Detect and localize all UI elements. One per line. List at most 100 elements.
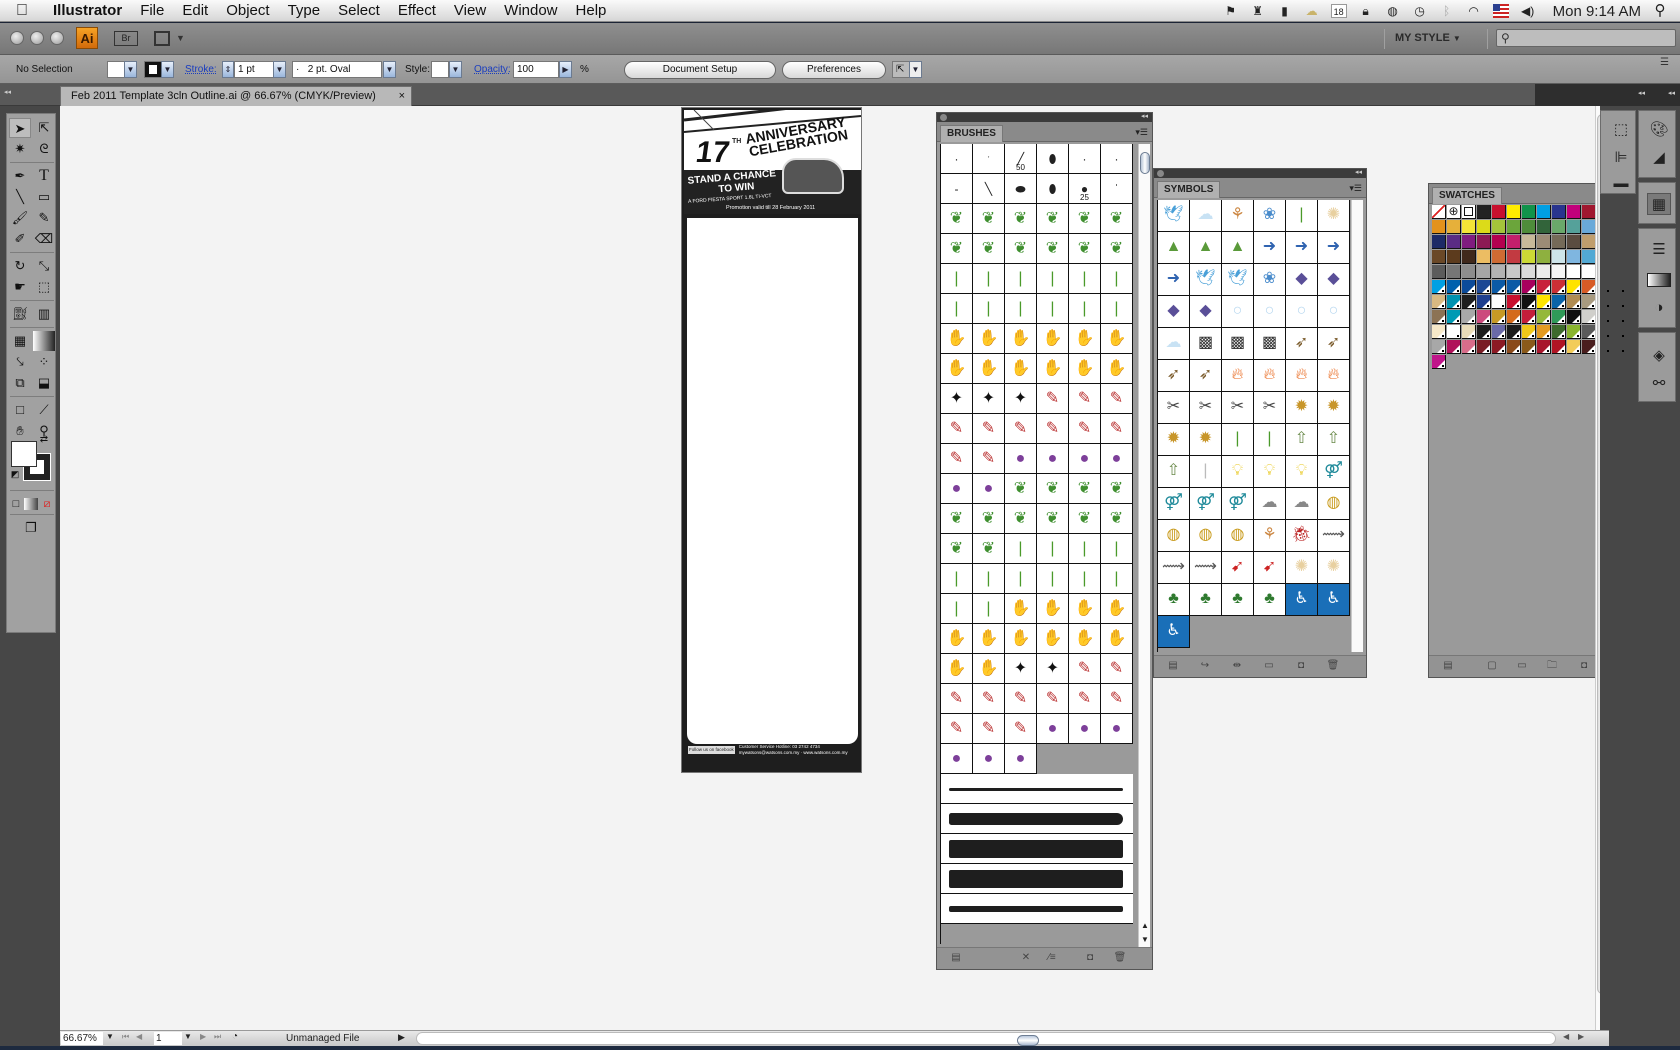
color-swatch[interactable] bbox=[1522, 250, 1536, 264]
menu-type[interactable]: Type bbox=[279, 2, 330, 19]
transform-icon[interactable]: ⬚ bbox=[1609, 119, 1633, 141]
symbol-sprayer-tool-icon[interactable]: ⛽︎ bbox=[9, 304, 31, 324]
arrow-icon[interactable]: ➜ bbox=[1286, 232, 1318, 264]
color-swatch[interactable] bbox=[1567, 280, 1581, 294]
none-mode-icon[interactable]: ⧄ bbox=[40, 494, 54, 514]
hand-icon[interactable]: ✋ bbox=[1069, 624, 1101, 654]
line-tool-icon[interactable]: ╲ bbox=[9, 187, 31, 207]
feather-icon[interactable]: ➶ bbox=[1158, 360, 1190, 392]
leaf-icon[interactable]: ❦ bbox=[1037, 234, 1069, 264]
bird-icon[interactable]: 🕊︎ bbox=[1190, 264, 1222, 296]
new-swatch-icon[interactable]: ◘ bbox=[1577, 660, 1591, 672]
leaf-icon[interactable]: ❦ bbox=[1101, 504, 1133, 534]
pin-icon[interactable]: ✎ bbox=[941, 684, 973, 714]
scroll-down-icon[interactable]: ▼ bbox=[1141, 935, 1149, 944]
art-brush-dry-ink-taper[interactable] bbox=[941, 804, 1133, 834]
color-swatch[interactable] bbox=[1432, 340, 1446, 354]
select-similar-icon[interactable]: ⇱ bbox=[892, 61, 910, 78]
color-swatch[interactable] bbox=[1552, 295, 1566, 309]
us-flag-icon[interactable] bbox=[1492, 4, 1509, 18]
color-swatch[interactable] bbox=[1492, 280, 1506, 294]
color-swatch[interactable] bbox=[1432, 265, 1446, 279]
zoom-dropdown-icon[interactable]: ▼ bbox=[106, 1032, 114, 1041]
hand-icon[interactable]: ✋ bbox=[1005, 324, 1037, 354]
collapse-dock-icon[interactable]: ◂◂ bbox=[1668, 89, 1675, 97]
calligraphic-brush[interactable]: ╲ bbox=[973, 174, 1005, 204]
line-icon[interactable]: | bbox=[1190, 456, 1222, 488]
color-swatch[interactable] bbox=[1432, 295, 1446, 309]
menu-object[interactable]: Object bbox=[217, 2, 278, 19]
grass-icon[interactable]: | bbox=[1037, 534, 1069, 564]
color-swatch[interactable] bbox=[1477, 340, 1491, 354]
hand-icon[interactable]: ✋ bbox=[1101, 624, 1133, 654]
hand-icon[interactable]: ✋ bbox=[1037, 594, 1069, 624]
art-brush-dry-ink-thick[interactable] bbox=[941, 834, 1133, 864]
leaf-icon[interactable]: ❦ bbox=[1069, 474, 1101, 504]
gradient-mode-icon[interactable] bbox=[24, 498, 38, 510]
pin-icon[interactable]: ✎ bbox=[1069, 654, 1101, 684]
grass-icon[interactable]: | bbox=[973, 294, 1005, 324]
grass-icon[interactable]: | bbox=[973, 264, 1005, 294]
pin-icon[interactable]: ✎ bbox=[941, 414, 973, 444]
grass-icon[interactable]: | bbox=[1254, 424, 1286, 456]
hand-icon[interactable]: ✋ bbox=[941, 624, 973, 654]
art-brush-dry-ink-partial[interactable] bbox=[941, 894, 1133, 924]
banner-icon[interactable]: ⟿ bbox=[1158, 552, 1190, 584]
color-swatch[interactable] bbox=[1537, 295, 1551, 309]
default-fill-stroke-icon[interactable]: ◩ bbox=[9, 468, 21, 480]
hand-icon[interactable]: ✋ bbox=[1037, 624, 1069, 654]
selection-tool-icon[interactable]: ➤ bbox=[9, 118, 31, 138]
color-swatch[interactable] bbox=[1462, 340, 1476, 354]
color-swatch[interactable] bbox=[1477, 250, 1491, 264]
tophat-icon[interactable]: ♜ bbox=[1250, 4, 1266, 18]
first-artboard-icon[interactable]: ⏮ bbox=[122, 1032, 129, 1042]
leaf-icon[interactable]: ❦ bbox=[973, 534, 1005, 564]
color-swatch[interactable] bbox=[1462, 250, 1476, 264]
blob-brush-tool-icon[interactable]: ✐ bbox=[9, 229, 31, 249]
fire-icon[interactable]: 🔥︎ bbox=[1286, 360, 1318, 392]
panel-menu-icon[interactable]: ▾☰ bbox=[1349, 183, 1362, 194]
window-minimize-button[interactable] bbox=[30, 31, 44, 45]
flower-stem-icon[interactable]: ⚘ bbox=[1222, 200, 1254, 232]
color-swatch[interactable] bbox=[1582, 280, 1596, 294]
pen-tool-icon[interactable]: ✒ bbox=[9, 166, 31, 186]
calligraphic-brush[interactable]: - bbox=[941, 174, 973, 204]
swatch-libraries-icon[interactable]: ▤ bbox=[1441, 660, 1455, 672]
flower-stem-icon[interactable]: ⚘ bbox=[1254, 520, 1286, 552]
color-swatch[interactable] bbox=[1567, 310, 1581, 324]
color-swatch[interactable] bbox=[1582, 340, 1596, 354]
place-instance-icon[interactable]: ↪ bbox=[1198, 660, 1212, 672]
bluetooth-icon[interactable]: ᛒ bbox=[1439, 4, 1455, 18]
hand-icon[interactable]: ✋ bbox=[1069, 594, 1101, 624]
star-icon[interactable]: ✦ bbox=[973, 384, 1005, 414]
swatch-none[interactable] bbox=[1432, 205, 1446, 219]
tree-icon[interactable]: ♣ bbox=[1222, 584, 1254, 616]
timemachine-icon[interactable]: ◷ bbox=[1412, 4, 1428, 18]
scroll-right-icon[interactable]: ▶ bbox=[1578, 1032, 1584, 1041]
leaf-icon[interactable]: ❦ bbox=[1005, 234, 1037, 264]
pyramid-icon[interactable]: ▲ bbox=[1190, 232, 1222, 264]
hand-icon[interactable]: ✋ bbox=[941, 324, 973, 354]
color-swatch[interactable] bbox=[1567, 250, 1581, 264]
delete-symbol-icon[interactable]: 🗑︎ bbox=[1326, 660, 1340, 672]
bubble-icon[interactable]: ○ bbox=[1222, 296, 1254, 328]
column-graph-tool-icon[interactable]: ▥ bbox=[33, 304, 55, 324]
orb-icon[interactable]: ● bbox=[1005, 444, 1037, 474]
arrow-icon[interactable]: ➜ bbox=[1254, 232, 1286, 264]
live-paint-selection-tool-icon[interactable]: ⬓ bbox=[33, 373, 55, 393]
color-swatch[interactable] bbox=[1537, 250, 1551, 264]
rectangle-tool-icon[interactable]: ▭ bbox=[33, 187, 55, 207]
pin-icon[interactable]: ✎ bbox=[1101, 384, 1133, 414]
cloud-icon[interactable]: ☁ bbox=[1190, 200, 1222, 232]
fill-color-box[interactable] bbox=[11, 441, 37, 467]
pin-icon[interactable]: ✎ bbox=[1037, 384, 1069, 414]
color-guide-icon[interactable]: 🎨︎ bbox=[1647, 119, 1671, 141]
fire-icon[interactable]: 🔥︎ bbox=[1254, 360, 1286, 392]
opacity-field[interactable]: 100 bbox=[513, 61, 559, 78]
color-swatch[interactable] bbox=[1462, 295, 1476, 309]
pin-icon[interactable]: ✎ bbox=[941, 444, 973, 474]
color-swatch[interactable] bbox=[1537, 280, 1551, 294]
color-swatch[interactable] bbox=[1447, 250, 1461, 264]
net-icon[interactable]: ▩ bbox=[1222, 328, 1254, 360]
blue-flower-icon[interactable]: ❀ bbox=[1254, 264, 1286, 296]
